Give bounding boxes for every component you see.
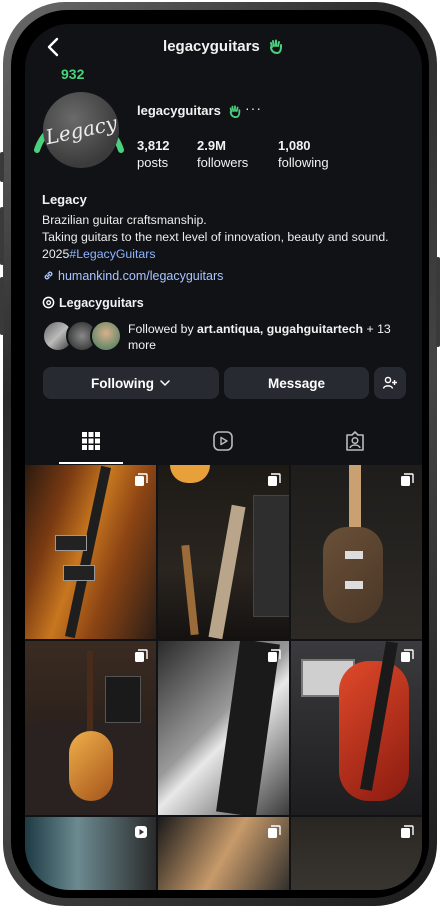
grid-post[interactable] — [158, 641, 289, 815]
reels-icon — [213, 431, 233, 451]
suggest-people-button[interactable] — [374, 367, 406, 399]
grid-post[interactable] — [25, 465, 156, 639]
avatar[interactable]: Legacy — [43, 92, 119, 168]
waving-hand-icon — [269, 39, 282, 54]
stat-posts[interactable]: 3,812 posts — [137, 137, 170, 171]
profile-tabs — [25, 418, 422, 464]
bio-line-1: Brazilian guitar craftsmanship. — [42, 213, 207, 227]
following-button[interactable]: Following — [43, 367, 219, 399]
carousel-icon — [401, 473, 414, 486]
followed-prefix: Followed by — [128, 322, 194, 336]
stat-followers[interactable]: 2.9M followers — [197, 137, 248, 171]
link-icon — [44, 271, 53, 280]
bio-year: 2025 — [42, 247, 70, 261]
page-title: legacyguitars — [25, 38, 422, 55]
tab-grid[interactable] — [25, 418, 157, 464]
reel-icon — [135, 826, 147, 838]
display-name: Legacy — [42, 192, 87, 207]
tab-reels[interactable] — [157, 418, 289, 464]
header-username: legacyguitars — [163, 38, 260, 55]
grid-post[interactable] — [291, 465, 422, 639]
threads-icon — [42, 296, 55, 309]
followed-names: art.antiqua, gugahguitartech — [197, 322, 364, 336]
stat-following-label: following — [278, 155, 329, 170]
logo-text: Legacy — [43, 110, 119, 150]
bio-line-3: 2025#LegacyGuitars — [42, 246, 412, 263]
grid-post[interactable] — [291, 817, 422, 890]
carousel-icon — [268, 649, 281, 662]
bio-line-2: Taking guitars to the next level of inno… — [42, 230, 389, 244]
carousel-icon — [268, 473, 281, 486]
grid-icon — [82, 432, 100, 450]
stat-posts-value: 3,812 — [137, 138, 170, 153]
phone-frame: legacyguitars 932 Legacy legacyguitars ·… — [0, 2, 440, 906]
carousel-icon — [135, 649, 148, 662]
active-tab-indicator — [59, 462, 123, 464]
screen: legacyguitars 932 Legacy legacyguitars ·… — [25, 24, 422, 890]
action-button — [0, 152, 4, 182]
bio: Brazilian guitar craftsmanship. Taking g… — [42, 212, 412, 263]
volume-down-button — [0, 277, 4, 335]
top-bar: legacyguitars — [25, 30, 422, 66]
grid-post[interactable] — [25, 641, 156, 815]
profile-link[interactable]: humankind.com/legacyguitars — [42, 269, 223, 283]
profile-avatar-area[interactable]: 932 Legacy — [29, 66, 129, 176]
threads-name: Legacyguitars — [59, 296, 144, 310]
profile-username: legacyguitars — [137, 103, 242, 118]
message-label: Message — [267, 375, 326, 391]
grid-post[interactable] — [291, 641, 422, 815]
more-options-icon[interactable]: ··· — [245, 100, 262, 116]
stat-followers-label: followers — [197, 155, 249, 170]
followed-by-text: Followed by art.antiqua, gugahguitartech… — [128, 321, 418, 353]
carousel-icon — [135, 473, 148, 486]
bio-hashtag[interactable]: #LegacyGuitars — [69, 247, 155, 261]
volume-up-button — [0, 207, 4, 265]
grid-post[interactable] — [25, 817, 156, 890]
tab-tagged[interactable] — [289, 418, 421, 464]
follower-avatar-3 — [90, 320, 122, 352]
power-button — [436, 257, 440, 347]
score-value: 932 — [61, 66, 85, 82]
chevron-down-icon — [160, 380, 170, 387]
stat-following[interactable]: 1,080 following — [278, 137, 329, 171]
message-button[interactable]: Message — [224, 367, 369, 399]
stat-following-value: 1,080 — [278, 138, 311, 153]
following-label: Following — [91, 375, 154, 391]
carousel-icon — [268, 825, 281, 838]
waving-hand-icon — [230, 105, 241, 118]
profile-link-text: humankind.com/legacyguitars — [58, 269, 224, 283]
add-person-icon — [382, 376, 397, 389]
grid-post[interactable] — [158, 465, 289, 639]
carousel-icon — [401, 649, 414, 662]
threads-badge[interactable]: Legacyguitars — [42, 296, 144, 310]
tagged-icon — [346, 431, 364, 451]
carousel-icon — [401, 825, 414, 838]
stat-posts-label: posts — [137, 155, 169, 170]
followed-by[interactable]: Followed by art.antiqua, gugahguitartech… — [42, 320, 412, 354]
grid-post[interactable] — [158, 817, 289, 890]
profile-username-text: legacyguitars — [137, 103, 221, 118]
stat-followers-value: 2.9M — [197, 138, 226, 153]
